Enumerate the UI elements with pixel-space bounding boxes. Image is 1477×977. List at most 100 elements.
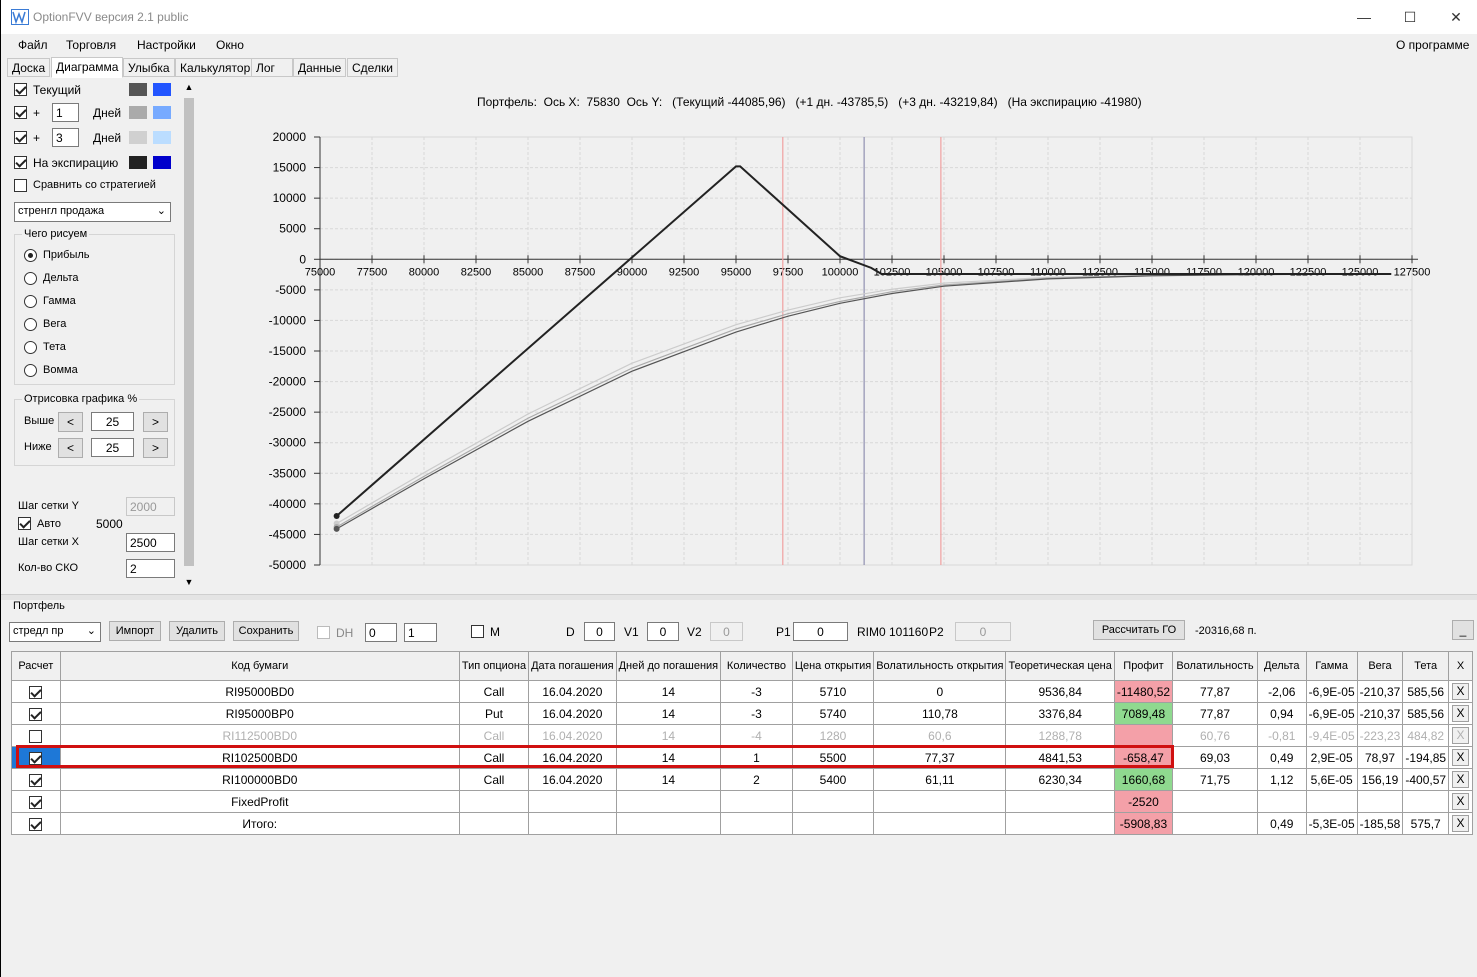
calc-cell[interactable] — [11, 812, 61, 835]
remove-row-button[interactable]: X — [1452, 815, 1470, 832]
table-row[interactable]: RI95000BP0 Put 16.04.2020 14 -3 5740 110,78 337… — [11, 702, 1473, 725]
calc-cell[interactable] — [11, 680, 61, 703]
header-code[interactable]: Код бумаги — [59, 651, 460, 681]
tab-data[interactable]: Данные — [293, 58, 347, 77]
tab-calculator[interactable]: Калькулятор — [175, 58, 256, 77]
compare-checkbox[interactable] — [14, 179, 27, 192]
tab-smile[interactable]: Улыбка — [123, 58, 175, 77]
cell-remove[interactable]: X — [1448, 768, 1473, 791]
row-checkbox[interactable] — [29, 729, 43, 743]
header-type[interactable]: Тип опциона — [458, 651, 530, 681]
dh-a-stepper[interactable]: 0 — [365, 623, 397, 642]
scroll-up-icon[interactable]: ▲ — [182, 82, 196, 92]
radio-gamma[interactable] — [24, 295, 37, 308]
header-open-vol[interactable]: Волатильность открытия — [873, 651, 1007, 681]
tab-board[interactable]: Доска — [7, 58, 51, 77]
radio-vega[interactable] — [24, 318, 37, 331]
menu-trade[interactable]: Торговля — [66, 38, 116, 52]
grid-x-input[interactable]: 2500 — [126, 533, 175, 552]
row-checkbox[interactable] — [29, 685, 43, 699]
cell-remove[interactable]: X — [1448, 724, 1473, 747]
current-color-b[interactable] — [153, 83, 171, 96]
days3-color-b[interactable] — [153, 131, 171, 144]
pnl-chart[interactable]: 20000 15000 10000 5000 0 -5000 -10000 -15000 -20… — [201, 78, 1477, 594]
table-row[interactable]: RI100000BD0 Call 16.04.2020 14 2 5400 61,11 623… — [11, 768, 1473, 791]
dh-b-stepper[interactable]: 1 — [404, 623, 437, 642]
header-qty[interactable]: Количество — [720, 651, 793, 681]
calc-cell[interactable] — [11, 768, 61, 791]
cell-remove[interactable]: X — [1448, 746, 1473, 769]
above-input[interactable]: 25 — [91, 412, 134, 431]
header-gamma[interactable]: Гамма — [1305, 651, 1358, 681]
below-input[interactable]: 25 — [91, 438, 134, 457]
radio-delta[interactable] — [24, 272, 37, 285]
v1-input[interactable]: 0 — [647, 622, 679, 641]
remove-row-button[interactable]: X — [1452, 749, 1470, 766]
menu-settings[interactable]: Настройки — [137, 38, 196, 52]
calc-cell[interactable] — [11, 790, 61, 813]
tab-trades[interactable]: Сделки — [347, 58, 398, 77]
below-increase-button[interactable]: > — [143, 438, 168, 458]
settings-scrollbar[interactable]: ▲ ▼ — [182, 82, 196, 590]
current-checkbox[interactable] — [14, 83, 27, 96]
scroll-down-icon[interactable]: ▼ — [182, 577, 196, 587]
header-calc[interactable]: Расчет — [11, 651, 61, 681]
row-checkbox[interactable] — [29, 773, 43, 787]
remove-row-button[interactable]: X — [1452, 727, 1470, 744]
table-row[interactable]: RI102500BD0 Call 16.04.2020 14 1 5500 77,37 484… — [11, 746, 1473, 769]
dh-checkbox[interactable] — [317, 626, 330, 639]
header-vol[interactable]: Волатильность — [1172, 651, 1258, 681]
header-expiry[interactable]: Дата погашения — [528, 651, 617, 681]
p2-input[interactable]: 0 — [955, 622, 1011, 641]
header-theo-price[interactable]: Теоретическая цена — [1005, 651, 1115, 681]
minimize-button[interactable]: — — [1341, 0, 1387, 34]
save-button[interactable]: Сохранить — [233, 621, 299, 641]
header-profit[interactable]: Профит — [1113, 651, 1174, 681]
expiry-color-a[interactable] — [129, 156, 147, 169]
cell-remove[interactable]: X — [1448, 790, 1473, 813]
below-decrease-button[interactable]: < — [58, 438, 83, 458]
table-row[interactable]: RI112500BD0 Call 16.04.2020 14 -4 1280 60,6 128… — [11, 724, 1473, 747]
tab-log[interactable]: Лог — [251, 58, 293, 77]
portfolio-select[interactable]: стредл пр ⌄ — [9, 622, 101, 642]
d-input[interactable]: 0 — [584, 622, 615, 641]
table-row[interactable]: RI95000BD0 Call 16.04.2020 14 -3 5710 0 9536,84… — [11, 680, 1473, 703]
cell-remove[interactable]: X — [1448, 702, 1473, 725]
cell-remove[interactable]: X — [1448, 812, 1473, 835]
menu-window[interactable]: Окно — [216, 38, 244, 52]
remove-row-button[interactable]: X — [1452, 771, 1470, 788]
header-vega[interactable]: Вега — [1356, 651, 1404, 681]
days1-input[interactable]: 1 — [52, 103, 79, 122]
row-checkbox[interactable] — [29, 751, 43, 765]
menu-file[interactable]: Файл — [18, 38, 48, 52]
tab-diagram[interactable]: Диаграмма — [51, 57, 124, 78]
cell-remove[interactable]: X — [1448, 680, 1473, 703]
header-days[interactable]: Дней до погашения — [615, 651, 722, 681]
table-row[interactable]: Итого: -5908,83 0,49 -5,3E-05 -185,58 575,7 X — [11, 812, 1473, 835]
menu-about[interactable]: О программе — [1396, 38, 1469, 52]
days3-input[interactable]: 3 — [52, 128, 79, 147]
expiry-color-b[interactable] — [153, 156, 171, 169]
table-row[interactable]: FixedProfit -2520 X — [11, 790, 1473, 813]
scroll-thumb[interactable] — [184, 98, 194, 566]
days1-color-a[interactable] — [129, 106, 147, 119]
expiry-checkbox[interactable] — [14, 156, 27, 169]
calc-go-button[interactable]: Рассчитать ГО — [1093, 620, 1185, 640]
strategy-select[interactable]: стренгл продажа ⌄ — [14, 202, 171, 222]
delete-button[interactable]: Удалить — [169, 621, 225, 641]
grid-y-input[interactable]: 2000 — [126, 497, 175, 516]
header-remove[interactable]: X — [1448, 651, 1473, 681]
m-checkbox[interactable] — [471, 625, 484, 638]
header-open-price[interactable]: Цена открытия — [791, 651, 875, 681]
maximize-button[interactable]: ☐ — [1387, 0, 1433, 34]
remove-row-button[interactable]: X — [1452, 683, 1470, 700]
row-checkbox[interactable] — [29, 707, 43, 721]
days3-checkbox[interactable] — [14, 131, 27, 144]
calc-cell[interactable] — [11, 724, 61, 747]
current-color-a[interactable] — [129, 83, 147, 96]
remove-row-button[interactable]: X — [1452, 705, 1470, 722]
calc-cell[interactable] — [11, 746, 61, 769]
days1-checkbox[interactable] — [14, 106, 27, 119]
header-delta[interactable]: Дельта — [1256, 651, 1307, 681]
above-increase-button[interactable]: > — [143, 412, 168, 432]
